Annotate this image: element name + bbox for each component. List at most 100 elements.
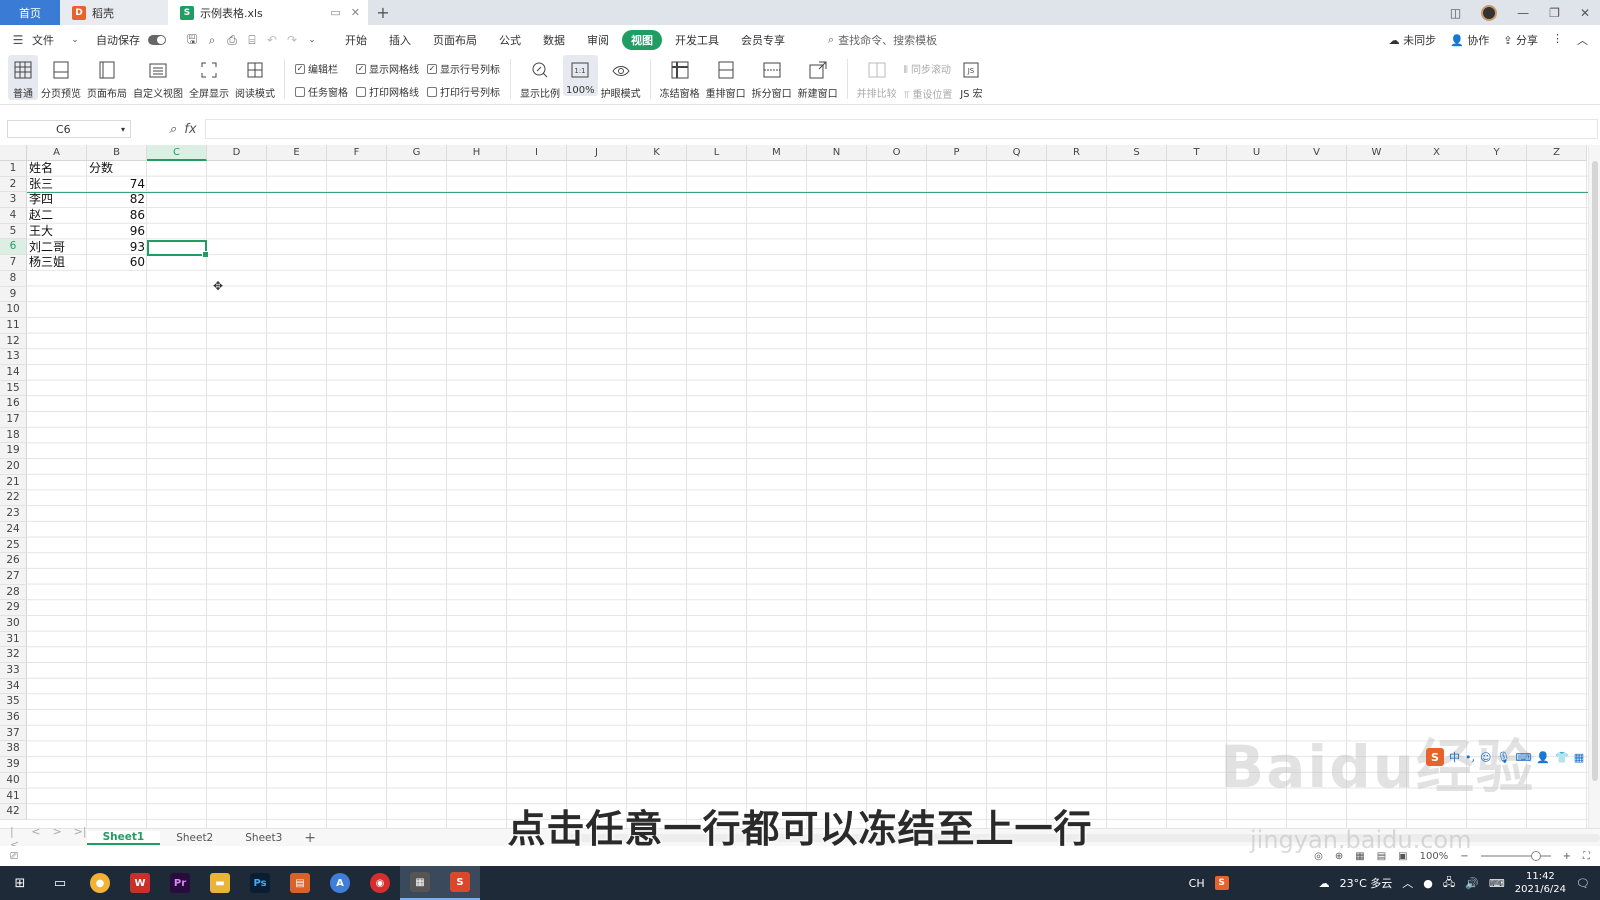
cell-a3[interactable]: 李四 xyxy=(29,192,53,208)
undo-icon[interactable]: ↶ xyxy=(264,32,280,48)
cell-b2[interactable]: 74 xyxy=(89,177,145,193)
row-header-34[interactable]: 34 xyxy=(0,678,27,695)
reading-mode-button[interactable]: 阅读模式 xyxy=(232,55,278,100)
save-icon[interactable]: 🖫 xyxy=(184,32,200,48)
vertical-scrollbar[interactable] xyxy=(1588,145,1600,828)
redo-icon[interactable]: ↷ xyxy=(284,32,300,48)
weather-icon[interactable]: ☁ xyxy=(1319,877,1330,890)
row-header-31[interactable]: 31 xyxy=(0,631,27,648)
zoom-slider[interactable] xyxy=(1480,851,1551,861)
menu-page-layout[interactable]: 页面布局 xyxy=(424,30,486,50)
row-header-2[interactable]: 2 xyxy=(0,176,27,193)
column-header-m[interactable]: M xyxy=(747,145,807,161)
cell-a7[interactable]: 杨三姐 xyxy=(29,255,65,271)
print-headings-checkbox[interactable]: 打印行号列标 xyxy=(427,84,500,99)
row-header-6[interactable]: 6 xyxy=(0,239,27,256)
row-header-16[interactable]: 16 xyxy=(0,396,27,412)
row-header-33[interactable]: 33 xyxy=(0,663,27,679)
row-header-14[interactable]: 14 xyxy=(0,364,27,381)
column-header-x[interactable]: X xyxy=(1407,145,1467,161)
normal-view-button[interactable]: 普通 xyxy=(8,55,38,100)
new-tab-button[interactable]: + xyxy=(368,0,398,25)
row-header-1[interactable]: 1 xyxy=(0,161,27,177)
column-header-k[interactable]: K xyxy=(627,145,687,161)
sogou-tray-icon[interactable]: S xyxy=(1214,876,1229,890)
cell-b1[interactable]: 分数 xyxy=(89,161,113,177)
row-header-21[interactable]: 21 xyxy=(0,474,27,491)
chevron-down-icon[interactable]: ⌄ xyxy=(67,32,83,48)
row-header-13[interactable]: 13 xyxy=(0,349,27,365)
active-cell-c6[interactable] xyxy=(147,239,209,258)
column-header-v[interactable]: V xyxy=(1287,145,1347,161)
column-header-s[interactable]: S xyxy=(1107,145,1167,161)
column-header-l[interactable]: L xyxy=(687,145,747,161)
scroll-thumb[interactable] xyxy=(1592,161,1598,781)
more-chevron-icon[interactable]: ⌄ xyxy=(304,32,320,48)
side-by-side-button[interactable]: 并排比较 xyxy=(854,55,900,100)
column-header-u[interactable]: U xyxy=(1227,145,1287,161)
minimize-icon[interactable]: — xyxy=(1517,6,1529,20)
more-options-icon[interactable]: ⋮ xyxy=(1552,32,1563,48)
column-header-n[interactable]: N xyxy=(807,145,867,161)
column-header-w[interactable]: W xyxy=(1347,145,1407,161)
row-header-28[interactable]: 28 xyxy=(0,584,27,601)
tray-expand-icon[interactable]: ︿ xyxy=(1402,875,1413,891)
row-header-39[interactable]: 39 xyxy=(0,757,27,773)
row-header-36[interactable]: 36 xyxy=(0,710,27,726)
fullscreen-button[interactable]: 全屏显示 xyxy=(186,55,232,100)
row-header-17[interactable]: 17 xyxy=(0,412,27,428)
menu-data[interactable]: 数据 xyxy=(534,30,574,50)
row-header-27[interactable]: 27 xyxy=(0,568,27,585)
cell-b5[interactable]: 96 xyxy=(89,224,145,240)
zoom-button[interactable]: 显示比例 xyxy=(517,55,563,100)
custom-view-button[interactable]: 自定义视图 xyxy=(130,55,186,100)
cell-a1[interactable]: 姓名 xyxy=(29,161,53,177)
show-headings-checkbox[interactable]: ✓ 显示行号列标 xyxy=(427,61,500,76)
cell-b4[interactable]: 86 xyxy=(89,208,145,224)
row-header-32[interactable]: 32 xyxy=(0,647,27,663)
skin-icon[interactable]: 👕 xyxy=(1555,751,1569,764)
task-view-icon[interactable]: ▭ xyxy=(40,866,80,900)
select-all-corner[interactable] xyxy=(0,145,27,161)
print-gridlines-checkbox[interactable]: 打印网格线 xyxy=(356,84,419,99)
app-icon[interactable]: ▤ xyxy=(280,866,320,900)
js-macro-button[interactable]: JS JS 宏 xyxy=(956,55,986,100)
collaborate-button[interactable]: 👤 协作 xyxy=(1450,32,1489,48)
menu-start[interactable]: 开始 xyxy=(336,30,376,50)
print-preview-icon[interactable]: ⌸ xyxy=(244,32,260,48)
formula-input[interactable] xyxy=(204,119,1598,139)
chrome-icon[interactable]: ● xyxy=(80,866,120,900)
reset-position-button[interactable]: ⫪ 重设位置 xyxy=(904,86,953,101)
user-icon[interactable]: 👤 xyxy=(1536,751,1550,764)
column-header-h[interactable]: H xyxy=(447,145,507,161)
zoom-100-button[interactable]: 1:1 100% xyxy=(563,55,598,96)
qq-icon[interactable]: ● xyxy=(1423,877,1433,890)
input-lang[interactable]: CH xyxy=(1189,877,1205,890)
row-header-35[interactable]: 35 xyxy=(0,694,27,711)
zoom-search-icon[interactable]: ⌕ xyxy=(169,122,176,137)
sogou-ime-toolbar[interactable]: S 中 •, ☺ 🎙 ⌨ 👤 👕 ▦ xyxy=(1426,748,1584,766)
close-tab-icon[interactable]: ✕ xyxy=(351,6,360,19)
row-header-30[interactable]: 30 xyxy=(0,615,27,632)
column-header-z[interactable]: Z xyxy=(1527,145,1587,161)
menu-developer[interactable]: 开发工具 xyxy=(666,30,728,50)
menu-insert[interactable]: 插入 xyxy=(380,30,420,50)
row-header-19[interactable]: 19 xyxy=(0,443,27,460)
split-window-button[interactable]: 拆分窗口 xyxy=(749,55,795,100)
sync-scroll-button[interactable]: ⫴ 同步滚动 xyxy=(904,61,953,76)
menu-formula[interactable]: 公式 xyxy=(490,30,530,50)
eye-protection-button[interactable]: 护眼模式 xyxy=(598,55,644,100)
browser-icon[interactable]: A xyxy=(320,866,360,900)
cell-a5[interactable]: 王大 xyxy=(29,224,53,240)
column-header-a[interactable]: A xyxy=(27,145,87,161)
cell-b6[interactable]: 93 xyxy=(89,240,145,256)
row-header-8[interactable]: 8 xyxy=(0,270,27,287)
float-window-icon[interactable]: ▭ xyxy=(330,6,340,19)
file-explorer-icon[interactable]: ▬ xyxy=(200,866,240,900)
weather[interactable]: 23°C 多云 xyxy=(1340,875,1393,891)
cell-b7[interactable]: 60 xyxy=(89,255,145,271)
row-header-10[interactable]: 10 xyxy=(0,302,27,318)
column-header-i[interactable]: I xyxy=(507,145,567,161)
page-layout-button[interactable]: 页面布局 xyxy=(84,55,130,100)
notification-icon[interactable]: 🗨 xyxy=(1576,877,1590,890)
